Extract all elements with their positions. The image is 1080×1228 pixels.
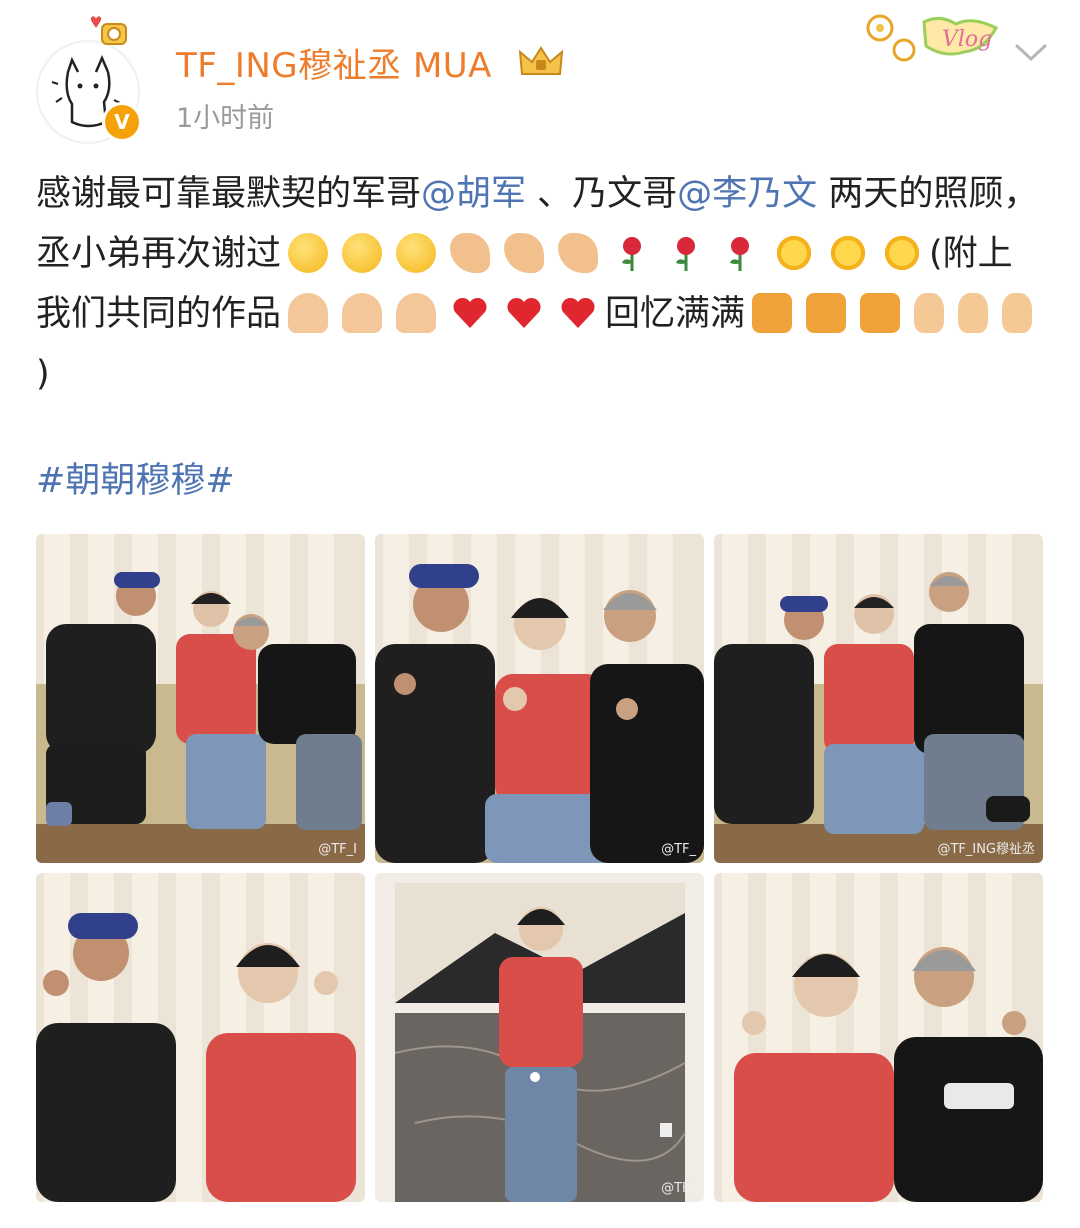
- username[interactable]: TF_ING穆祉丞 MUA: [176, 38, 492, 87]
- photo-watermark: @TF_: [661, 842, 696, 857]
- thumbs-up-icon: [1002, 293, 1033, 333]
- post-text-part: 、乃文哥: [526, 174, 678, 214]
- flexed-biceps-icon: [504, 233, 545, 273]
- photo-5[interactable]: @TF_: [375, 873, 704, 1202]
- rose-icon: [730, 237, 750, 271]
- pray-hands-icon: [396, 293, 437, 333]
- post-text-part: ): [36, 354, 50, 394]
- avatar-decoration-icon: [90, 16, 127, 45]
- post-text-part: 感谢最可靠最默契的军哥: [36, 174, 422, 214]
- thumbs-up-icon: [914, 293, 945, 333]
- post-time: 1小时前: [176, 103, 275, 134]
- grinning-face-icon: [752, 293, 793, 333]
- photo-3[interactable]: @TF_ING穆祉丞: [714, 534, 1043, 863]
- hashtag-link[interactable]: #朝朝穆穆#: [36, 452, 235, 503]
- photo-2[interactable]: @TF_: [375, 534, 704, 863]
- sun-face-icon: [828, 233, 869, 273]
- mention-link[interactable]: @胡军: [421, 174, 526, 214]
- mention-link[interactable]: @李乃文: [677, 174, 817, 214]
- sun-face-icon: [774, 233, 815, 273]
- photo-watermark: @TF_I: [318, 842, 357, 857]
- photo-4[interactable]: [36, 873, 365, 1202]
- flexed-biceps-icon: [450, 233, 491, 273]
- sun-face-icon: [882, 233, 923, 273]
- pray-hands-icon: [342, 293, 383, 333]
- photo-1[interactable]: @TF_I: [36, 534, 365, 863]
- heart-icon: [453, 297, 487, 328]
- chevron-down-icon[interactable]: [1014, 42, 1048, 64]
- heart-icon: [507, 297, 541, 328]
- grinning-face-icon: [806, 293, 847, 333]
- svg-text:Vlog: Vlog: [942, 27, 992, 52]
- pray-hands-icon: [288, 293, 329, 333]
- vlog-sticker-icon: Vlog: [866, 14, 999, 62]
- verified-badge: V: [102, 102, 142, 142]
- rose-icon: [622, 237, 642, 271]
- heart-icon: [561, 297, 595, 328]
- thumbs-up-icon: [958, 293, 989, 333]
- flexed-biceps-icon: [558, 233, 599, 273]
- shush-face-icon: [288, 233, 329, 273]
- photo-watermark: @TF_: [661, 1181, 696, 1196]
- crown-badge-icon[interactable]: [516, 44, 566, 78]
- post-text-part: 回忆满满: [605, 294, 746, 334]
- shush-face-icon: [342, 233, 383, 273]
- grinning-face-icon: [860, 293, 901, 333]
- shush-face-icon: [396, 233, 437, 273]
- post-text: 感谢最可靠最默契的军哥@胡军 、乃文哥@李乃文 两天的照顾，丞小弟再次谢过 (附上…: [36, 164, 1046, 404]
- photo-6[interactable]: [714, 873, 1043, 1202]
- rose-icon: [676, 237, 696, 271]
- photo-watermark: @TF_ING穆祉丞: [937, 842, 1035, 857]
